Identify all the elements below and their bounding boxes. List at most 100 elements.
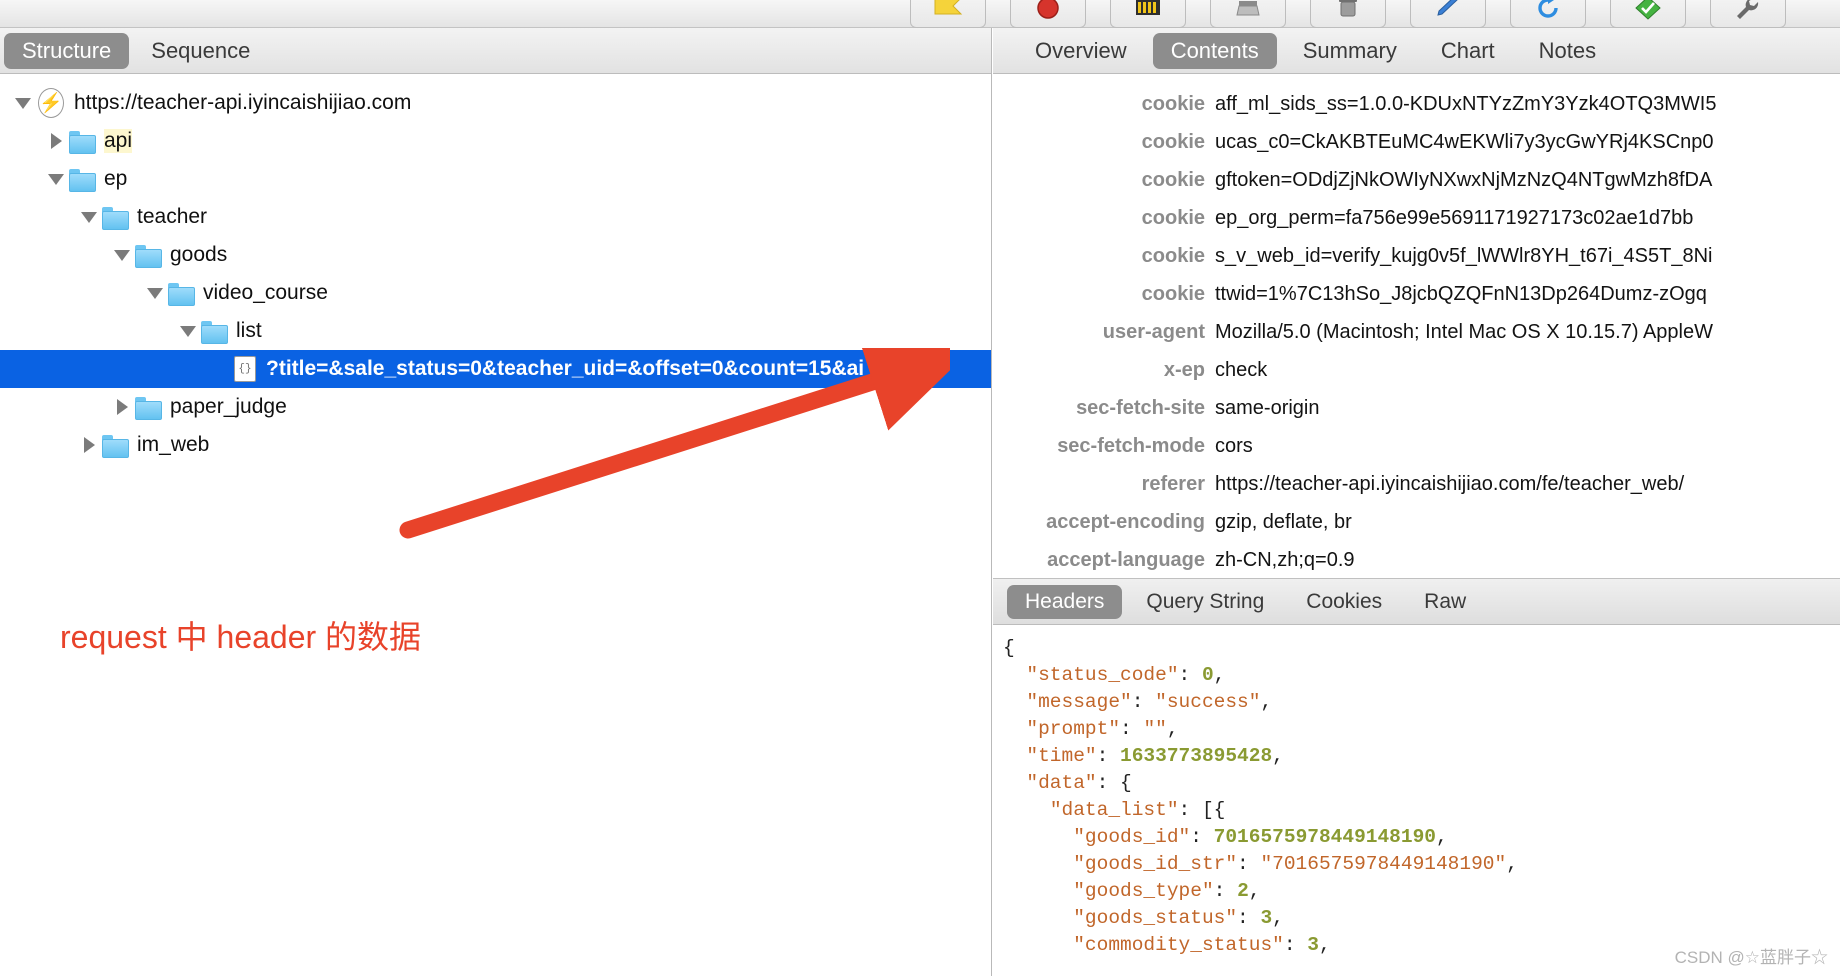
request-tree[interactable]: ⚡ https://teacher-api.iyincaishijiao.com a… xyxy=(0,74,991,464)
response-json-body[interactable]: { "status_code": 0, "message": "success"… xyxy=(993,625,1840,976)
header-row[interactable]: sec-fetch-site same-origin xyxy=(993,397,1840,435)
json-line: "prompt": "", xyxy=(1003,716,1840,743)
folder-icon xyxy=(168,282,195,306)
header-row[interactable]: user-agent Mozilla/5.0 (Macintosh; Intel … xyxy=(993,321,1840,359)
broom-icon xyxy=(1236,1,1260,16)
caret-right-icon[interactable] xyxy=(109,399,135,415)
caret-down-icon[interactable] xyxy=(109,249,135,261)
header-row[interactable]: cookie ep_org_perm=fa756e99e5691171927173… xyxy=(993,207,1840,245)
trash-icon-button[interactable] xyxy=(1310,0,1386,28)
tree-item[interactable]: goods xyxy=(0,236,991,274)
caret-right-icon[interactable] xyxy=(76,437,102,453)
trash-icon xyxy=(1339,0,1357,17)
tree-item[interactable]: ⚡ https://teacher-api.iyincaishijiao.com xyxy=(0,84,991,122)
json-token: : [{ xyxy=(1178,799,1226,821)
json-token: : xyxy=(1120,718,1144,740)
header-row[interactable]: cookie aff_ml_sids_ss=1.0.0-KDUxNTYzZmY3Y… xyxy=(993,93,1840,131)
header-value: zh-CN,zh;q=0.9 xyxy=(1215,549,1355,571)
header-row[interactable]: cookie ucas_c0=CkAKBTEuMC4wEKWli7y3ycGwYR… xyxy=(993,131,1840,169)
tab-notes[interactable]: Notes xyxy=(1521,33,1614,69)
tab-contents[interactable]: Contents xyxy=(1152,32,1277,69)
contents-sub-tabbar: Headers Query String Cookies Raw xyxy=(993,579,1840,625)
throttle-icon xyxy=(1136,0,1160,15)
clear-icon-button[interactable] xyxy=(1210,0,1286,28)
caret-down-icon[interactable] xyxy=(76,211,102,223)
json-token: "message" xyxy=(1026,691,1132,713)
tree-item-label: https://teacher-api.iyincaishijiao.com xyxy=(74,91,412,114)
json-token: "data" xyxy=(1026,772,1097,794)
caret-down-icon[interactable] xyxy=(10,97,36,109)
json-token: "time" xyxy=(1026,745,1097,767)
tree-item[interactable]: {} ?title=&sale_status=0&teacher_uid=&off… xyxy=(0,350,991,388)
json-token: : xyxy=(1096,745,1121,767)
tree-item[interactable]: paper_judge xyxy=(0,388,991,426)
header-row[interactable]: x-ep check xyxy=(993,359,1840,397)
tree-item-label: list xyxy=(236,319,262,342)
header-row[interactable]: sec-fetch-mode cors xyxy=(993,435,1840,473)
caret-down-icon[interactable] xyxy=(175,325,201,337)
tree-item[interactable]: video_course xyxy=(0,274,991,312)
tree-item[interactable]: api xyxy=(0,122,991,160)
request-headers-list[interactable]: s_v_web_idverify_kujg0v5fcookie aff_ml_si… xyxy=(993,74,1840,579)
tab-structure[interactable]: Structure xyxy=(4,32,130,69)
tree-item-label: goods xyxy=(170,243,228,266)
json-token: "data_list" xyxy=(1049,799,1179,821)
header-row[interactable]: cookie ttwid=1%7C13hSo_J8jcbQZQFnN13Dp264… xyxy=(993,283,1840,321)
json-token: : xyxy=(1131,691,1156,713)
caret-down-icon[interactable] xyxy=(142,287,168,299)
bolt-icon: ⚡ xyxy=(36,88,66,118)
record-icon xyxy=(1037,0,1059,19)
tree-item[interactable]: teacher xyxy=(0,198,991,236)
validate-icon-button[interactable] xyxy=(1610,0,1686,28)
record-icon-button[interactable] xyxy=(1010,0,1086,28)
json-line: "goods_id": 7016575978449148190, xyxy=(1003,824,1840,851)
annotation-label: request 中 header 的数据 xyxy=(60,619,422,655)
tree-item[interactable]: ep xyxy=(0,160,991,198)
tree-item[interactable]: im_web xyxy=(0,426,991,464)
tree-item-label: im_web xyxy=(137,433,210,456)
header-row[interactable]: accept-encoding gzip, deflate, br xyxy=(993,511,1840,549)
flag-icon-button[interactable] xyxy=(910,0,986,28)
header-row[interactable]: accept-language zh-CN,zh;q=0.9 xyxy=(993,549,1840,578)
json-token: : { xyxy=(1096,772,1132,794)
tree-item[interactable]: list xyxy=(0,312,991,350)
tab-summary[interactable]: Summary xyxy=(1285,33,1415,69)
json-token: , xyxy=(1506,853,1518,875)
json-token: , xyxy=(1272,745,1284,767)
header-value: cors xyxy=(1215,435,1253,457)
header-key: cookie xyxy=(1141,93,1205,115)
json-token: 0 xyxy=(1201,664,1214,686)
header-key: cookie xyxy=(1141,169,1205,191)
json-token: "success" xyxy=(1155,691,1261,713)
folder-icon xyxy=(102,206,129,230)
header-key: accept-encoding xyxy=(1046,511,1205,533)
subtab-cookies[interactable]: Cookies xyxy=(1288,585,1400,619)
subtab-raw[interactable]: Raw xyxy=(1406,585,1484,619)
header-row[interactable]: referer https://teacher-api.iyincaishijia… xyxy=(993,473,1840,511)
json-token: "status_code" xyxy=(1026,664,1179,686)
json-token: , xyxy=(1213,664,1226,686)
header-row[interactable]: s_v_web_idverify_kujg0v5f xyxy=(993,79,1840,93)
subtab-headers[interactable]: Headers xyxy=(1007,584,1123,619)
json-token: 2 xyxy=(1237,880,1249,902)
tree-item-label: video_course xyxy=(203,281,328,304)
tree-item-label: paper_judge xyxy=(170,395,287,418)
caret-down-icon[interactable] xyxy=(43,173,69,185)
subtab-query-string[interactable]: Query String xyxy=(1128,585,1282,619)
folder-icon xyxy=(102,434,129,458)
caret-right-icon[interactable] xyxy=(43,133,69,149)
throttle-icon-button[interactable] xyxy=(1110,0,1186,28)
json-token: : xyxy=(1237,853,1261,875)
header-row[interactable]: cookie gftoken=ODdjZjNkOWIyNXwxNjMzNzQ4NT… xyxy=(993,169,1840,207)
header-row[interactable]: cookie s_v_web_id=verify_kujg0v5f_lWWlr8Y… xyxy=(993,245,1840,283)
json-token: "" xyxy=(1143,718,1167,740)
tab-overview[interactable]: Overview xyxy=(1017,33,1145,69)
tools-icon-button[interactable] xyxy=(1410,0,1486,28)
refresh-icon-button[interactable] xyxy=(1510,0,1586,28)
json-token: , xyxy=(1436,826,1448,848)
header-key: s_v_web_id xyxy=(993,79,1215,80)
wrench-icon-button[interactable] xyxy=(1710,0,1786,28)
tab-sequence[interactable]: Sequence xyxy=(133,33,268,69)
tab-chart[interactable]: Chart xyxy=(1423,33,1513,69)
